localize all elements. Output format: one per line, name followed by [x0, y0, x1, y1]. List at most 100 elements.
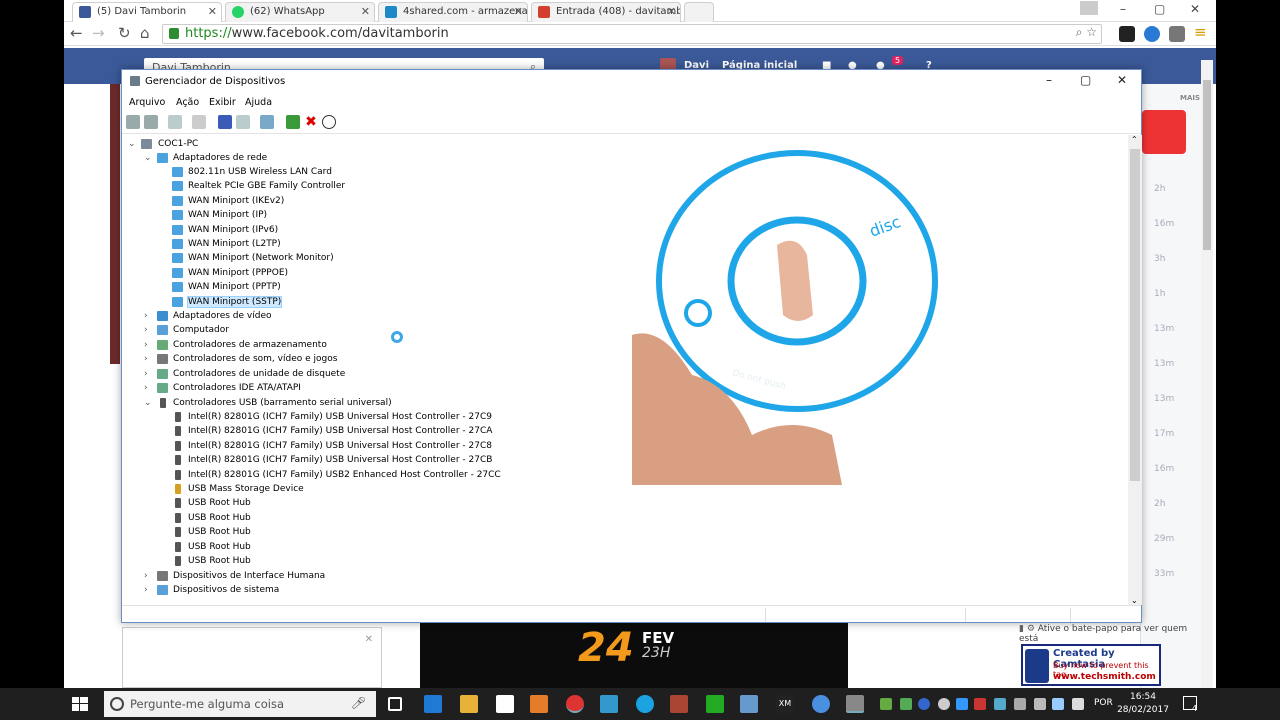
tree-group[interactable]: › Controladores de unidade de disquete [144, 367, 345, 381]
language-indicator[interactable]: POR [1094, 698, 1113, 708]
media-player-icon[interactable] [530, 695, 548, 713]
expand-chevron-icon[interactable]: ⌄ [128, 137, 136, 151]
chat-status-bar[interactable]: ▮ ⚙ Ative o bate-papo para ver quem está [1019, 624, 1209, 644]
menu-icon[interactable]: ≡ [1194, 23, 1207, 41]
store-icon[interactable] [496, 695, 514, 713]
tree-item-network[interactable]: WAN Miniport (IPv6) [172, 223, 278, 237]
tray-icon[interactable] [994, 698, 1006, 710]
tree-item-network[interactable]: WAN Miniport (L2TP) [172, 237, 281, 251]
home-icon[interactable]: ⌂ [140, 24, 150, 42]
scrollbar-thumb[interactable] [1203, 80, 1211, 250]
clock[interactable]: 16:54 28/02/2017 [1116, 691, 1170, 717]
menu-arquivo[interactable]: Arquivo [129, 97, 165, 108]
page-scrollbar[interactable] [1201, 60, 1213, 688]
tray-icon[interactable] [938, 698, 950, 710]
properties-icon[interactable] [192, 115, 206, 129]
tray-icon[interactable] [880, 698, 892, 710]
update-driver-icon[interactable] [286, 115, 300, 129]
cortana-search-input[interactable]: Pergunte-me alguma coisa 🎤︎ [104, 691, 376, 717]
device-tree[interactable]: ⌄ COC1-PC ⌄ Adaptadores de rede 802.11n US… [122, 135, 1128, 605]
collapse-chevron-icon[interactable]: › [144, 338, 148, 352]
tab-facebook[interactable]: (5) Davi Tamborin ✕ [72, 2, 222, 22]
collapse-chevron-icon[interactable]: › [144, 367, 148, 381]
new-tab-button[interactable] [684, 2, 714, 22]
chrome-icon[interactable] [566, 695, 584, 713]
skype-icon[interactable] [636, 695, 654, 713]
wifi-icon[interactable] [1034, 698, 1046, 710]
tree-item-usb[interactable]: USB Mass Storage Device [175, 482, 304, 496]
tree-item-network[interactable]: WAN Miniport (SSTP) [172, 295, 283, 309]
scan-hardware-icon[interactable] [260, 115, 274, 129]
scroll-up-icon[interactable]: ⌃ [1131, 135, 1138, 144]
tree-item-network[interactable]: WAN Miniport (Network Monitor) [172, 251, 334, 265]
promo-banner[interactable]: 24 FEV 23H [420, 623, 848, 688]
close-icon[interactable]: ✕ [514, 5, 523, 18]
close-icon[interactable]: ✕ [208, 5, 217, 18]
menu-acao[interactable]: Ação [176, 97, 199, 108]
tray-icon[interactable] [900, 698, 912, 710]
minimize-button[interactable]: – [1120, 2, 1126, 16]
uninstall-icon[interactable]: ✖ [304, 115, 318, 129]
tree-group-network[interactable]: ⌄ Adaptadores de rede [144, 151, 267, 165]
tree-item-network[interactable]: WAN Miniport (PPPOE) [172, 266, 288, 280]
expand-chevron-icon[interactable]: ⌄ [144, 396, 152, 410]
device-manager-titlebar[interactable]: Gerenciador de Dispositivos – ▢ ✕ [122, 70, 1141, 94]
tree-group[interactable]: › Dispositivos de Interface Humana [144, 569, 325, 583]
tray-icon[interactable] [974, 698, 986, 710]
close-icon[interactable]: ✕ [361, 5, 370, 18]
extension-icon[interactable] [1119, 26, 1135, 42]
tree-item-usb[interactable]: USB Root Hub [175, 496, 251, 510]
scroll-down-icon[interactable]: ⌄ [1131, 596, 1138, 605]
tree-item-network[interactable]: 802.11n USB Wireless LAN Card [172, 165, 332, 179]
paint-icon[interactable] [740, 695, 758, 713]
tray-icon[interactable] [918, 698, 930, 710]
tree-item-usb[interactable]: USB Root Hub [175, 554, 251, 568]
back-icon[interactable]: ← [70, 24, 83, 42]
windows-start-icon[interactable] [72, 697, 88, 711]
minimize-button[interactable]: – [1046, 73, 1052, 87]
disable-icon[interactable] [322, 115, 336, 129]
collapse-chevron-icon[interactable]: › [144, 381, 148, 395]
tree-item-network[interactable]: WAN Miniport (IKEv2) [172, 194, 284, 208]
tree-group[interactable]: › Controladores de som, vídeo e jogos [144, 352, 337, 366]
outlook-icon[interactable] [600, 695, 618, 713]
tree-group[interactable]: › Dispositivos de sistema [144, 583, 279, 597]
close-window-button[interactable]: ✕ [1190, 2, 1200, 16]
tree-item-usb[interactable]: Intel(R) 82801G (ICH7 Family) USB Univer… [175, 410, 492, 424]
tree-scrollbar[interactable]: ⌃ ⌄ [1128, 135, 1142, 605]
tree-group-usb[interactable]: ⌄ Controladores USB (barramento serial un… [144, 396, 392, 410]
forward-icon[interactable]: → [92, 24, 105, 42]
browser-icon[interactable] [812, 695, 830, 713]
reload-icon[interactable]: ↻ [118, 24, 131, 42]
device-manager-icon[interactable] [846, 695, 864, 713]
collapse-chevron-icon[interactable]: › [144, 323, 148, 337]
tree-item-usb[interactable]: USB Root Hub [175, 511, 251, 525]
file-explorer-icon[interactable] [460, 695, 478, 713]
tree-item-usb[interactable]: Intel(R) 82801G (ICH7 Family) USB Univer… [175, 453, 492, 467]
collapse-chevron-icon[interactable]: › [144, 309, 148, 323]
microphone-icon[interactable]: 🎤︎ [351, 696, 366, 710]
collapse-chevron-icon[interactable]: › [144, 352, 148, 366]
post-composer-box[interactable]: ✕ [122, 627, 382, 688]
xm-icon[interactable]: XM [776, 695, 794, 713]
camtasia-icon[interactable] [706, 695, 724, 713]
tab-gmail[interactable]: Entrada (408) - davitambo ✕ [531, 2, 681, 22]
tree-group[interactable]: › Computador [144, 323, 229, 337]
tree-item-network[interactable]: WAN Miniport (IP) [172, 208, 267, 222]
tree-group[interactable]: › Controladores de armazenamento [144, 338, 327, 352]
menu-exibir[interactable]: Exibir [209, 97, 236, 108]
tree-item-usb[interactable]: USB Root Hub [175, 525, 251, 539]
properties-view-icon[interactable] [168, 115, 182, 129]
tab-4shared[interactable]: 4shared.com - armazenan ✕ [378, 2, 528, 22]
task-view-icon[interactable] [388, 697, 402, 711]
tree-item-usb[interactable]: Intel(R) 82801G (ICH7 Family) USB2 Enhan… [175, 468, 501, 482]
zoom-search-icon[interactable]: ⌕ ☆ [1076, 25, 1097, 40]
maximize-button[interactable]: ▢ [1080, 73, 1091, 87]
collapse-chevron-icon[interactable]: › [144, 583, 148, 597]
view-icon[interactable] [236, 115, 250, 129]
close-icon[interactable]: ✕ [667, 5, 676, 18]
menu-ajuda[interactable]: Ajuda [245, 97, 272, 108]
tree-group[interactable]: › Adaptadores de vídeo [144, 309, 272, 323]
tray-icon[interactable] [956, 698, 968, 710]
tree-item-usb[interactable]: Intel(R) 82801G (ICH7 Family) USB Univer… [175, 424, 492, 438]
